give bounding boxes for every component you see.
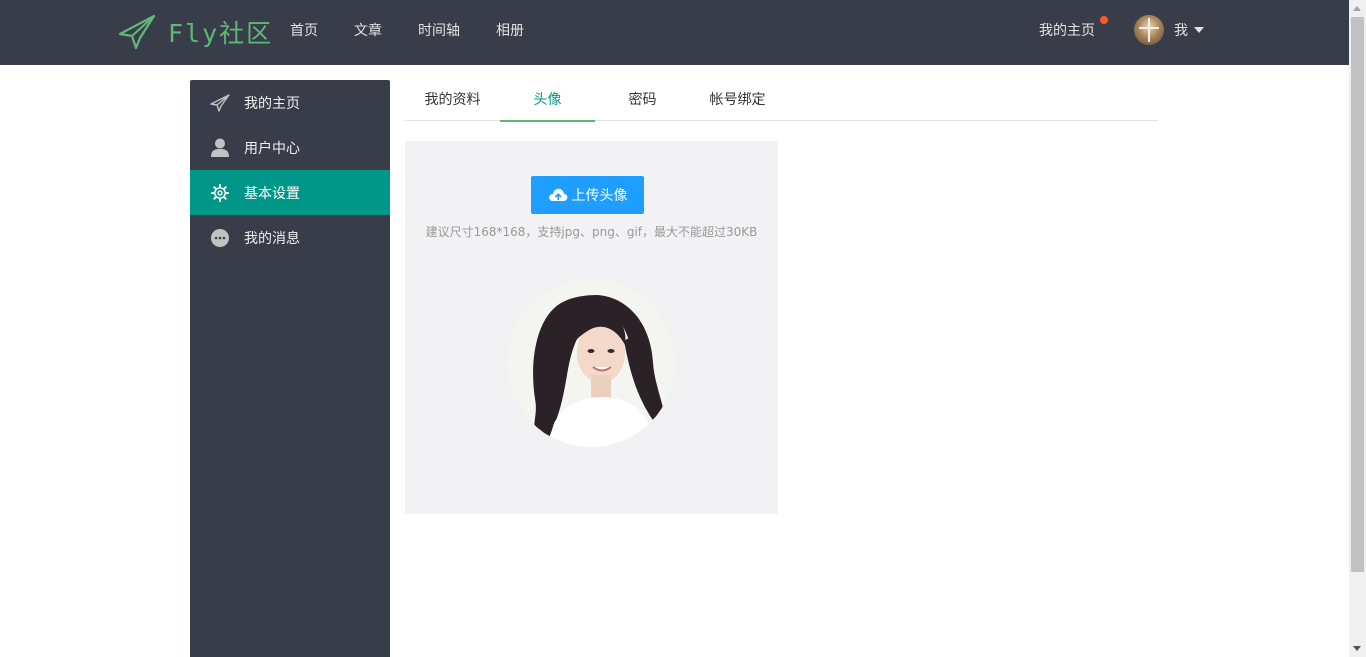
nav-item-articles[interactable]: 文章: [354, 20, 382, 40]
scrollbar-thumb[interactable]: [1351, 17, 1364, 572]
tab-avatar[interactable]: 头像: [500, 80, 595, 122]
sidebar-item-my-messages[interactable]: 我的消息: [190, 215, 390, 260]
user-icon: [210, 138, 230, 158]
gear-icon: [210, 183, 230, 203]
upload-hint-text: 建议尺寸168*168，支持jpg、png、gif，最大不能超过30KB: [425, 225, 758, 239]
settings-tabs: 我的资料 头像 密码 帐号绑定: [405, 80, 1158, 122]
scroll-up-arrow-icon[interactable]: [1353, 6, 1361, 11]
upload-avatar-button[interactable]: 上传头像: [531, 176, 644, 214]
paper-plane-icon: [210, 93, 230, 113]
user-sidebar: 我的主页 用户中心 基本设置 我的消息: [190, 80, 390, 657]
paper-plane-logo-icon: [118, 14, 156, 50]
sidebar-item-label: 我的主页: [244, 95, 300, 112]
sidebar-item-basic-settings[interactable]: 基本设置: [190, 170, 390, 215]
my-homepage-label: 我的主页: [1039, 23, 1095, 39]
caret-down-icon[interactable]: [1194, 27, 1204, 33]
page-scrollbar[interactable]: [1349, 0, 1366, 657]
upload-avatar-label: 上传头像: [571, 188, 628, 204]
tab-password[interactable]: 密码: [595, 80, 690, 121]
logo-text: Fly社区: [168, 19, 274, 48]
nav-item-timeline[interactable]: 时间轴: [418, 20, 460, 40]
notification-dot: [1100, 16, 1108, 24]
sidebar-item-label: 我的消息: [244, 230, 300, 247]
avatar-upload-panel: 上传头像 建议尺寸168*168，支持jpg、png、gif，最大不能超过30K…: [405, 141, 778, 514]
nav-item-album[interactable]: 相册: [496, 20, 524, 40]
my-homepage-link[interactable]: 我的主页: [1039, 16, 1108, 40]
user-menu-label[interactable]: 我: [1174, 20, 1188, 40]
top-header: Fly社区 首页 文章 时间轴 相册 我的主页 我: [0, 0, 1349, 65]
nav-item-home[interactable]: 首页: [290, 20, 318, 40]
tab-my-profile[interactable]: 我的资料: [405, 80, 500, 121]
scroll-down-arrow-icon[interactable]: [1353, 646, 1361, 651]
user-avatar[interactable]: [1134, 15, 1164, 45]
sidebar-item-my-homepage[interactable]: 我的主页: [190, 80, 390, 125]
cloud-upload-icon: [548, 188, 567, 201]
avatar-preview-image: [507, 279, 675, 447]
sidebar-item-user-center[interactable]: 用户中心: [190, 125, 390, 170]
logo[interactable]: Fly社区: [118, 12, 273, 52]
tab-account-binding[interactable]: 帐号绑定: [690, 80, 785, 121]
sidebar-item-label: 基本设置: [244, 185, 300, 202]
main-nav: 首页 文章 时间轴 相册: [290, 0, 560, 60]
sidebar-item-label: 用户中心: [244, 140, 300, 157]
user-area: 我的主页 我: [1039, 0, 1204, 60]
chat-bubble-icon: [210, 228, 230, 248]
